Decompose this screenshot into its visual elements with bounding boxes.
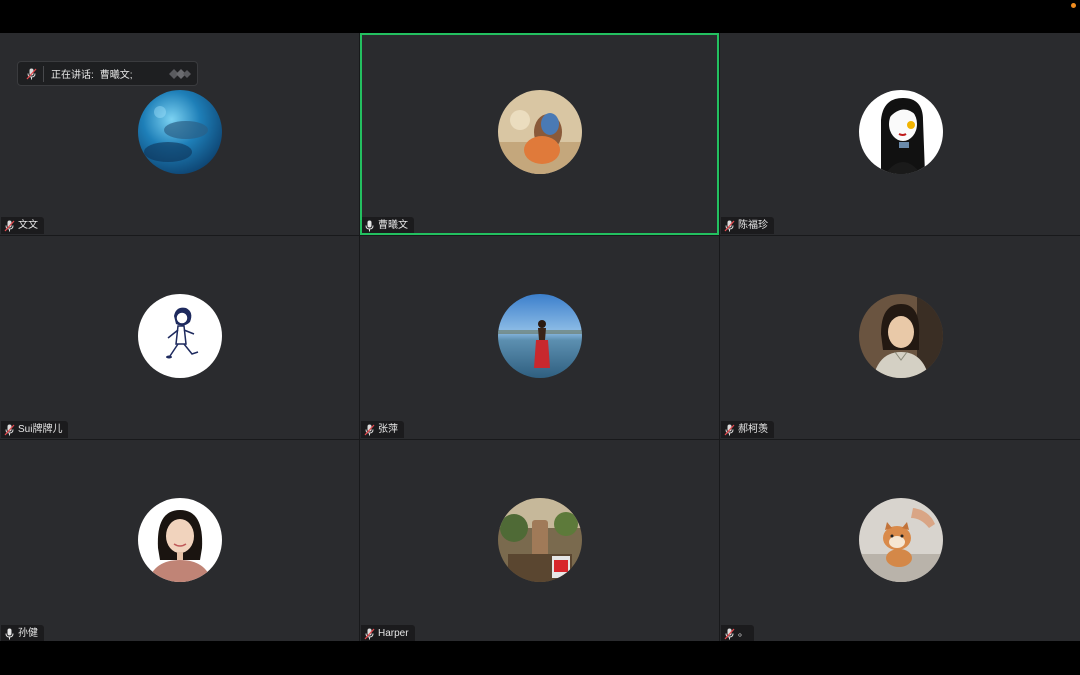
name-tag: 陈福珍 bbox=[721, 217, 774, 234]
participant-name: 文文 bbox=[18, 219, 38, 231]
participant-name: Sui牌牌儿 bbox=[18, 423, 63, 435]
muted-mic-icon bbox=[364, 424, 375, 435]
avatar bbox=[859, 293, 943, 378]
muted-mic-icon bbox=[364, 628, 375, 639]
participant-tile[interactable]: 。 bbox=[720, 440, 1080, 643]
participant-tile[interactable]: 郝柯羡 bbox=[720, 236, 1080, 439]
name-tag: 文文 bbox=[1, 217, 44, 234]
avatar bbox=[859, 497, 943, 582]
participant-tile-active-speaker[interactable]: 曹曦文 bbox=[360, 33, 719, 235]
muted-mic-icon bbox=[724, 628, 735, 639]
avatar bbox=[497, 90, 582, 174]
participant-name: 曹曦文 bbox=[378, 219, 408, 231]
avatar bbox=[859, 90, 943, 174]
participant-tile[interactable]: Harper bbox=[360, 440, 719, 643]
mic-icon bbox=[5, 628, 14, 639]
separator bbox=[43, 65, 44, 82]
speaking-indicator[interactable]: 正在讲话: 曹曦文; bbox=[17, 61, 198, 86]
participant-name: 郝柯羡 bbox=[738, 423, 768, 435]
name-tag: 张萍 bbox=[361, 421, 404, 438]
participant-tile[interactable]: 陈福珍 bbox=[720, 33, 1080, 235]
muted-mic-icon bbox=[724, 424, 735, 435]
participant-tile[interactable]: 孙健 bbox=[0, 440, 359, 643]
participant-tile[interactable]: 张萍 bbox=[360, 236, 719, 439]
muted-mic-icon bbox=[26, 68, 37, 79]
name-tag: 郝柯羡 bbox=[721, 421, 774, 438]
status-dot bbox=[1071, 3, 1076, 8]
video-grid: 文文 曹曦文 陈福珍 Sui牌牌儿 张萍 郝柯羡 孙健 Harper 。 bbox=[0, 33, 1080, 643]
drag-handle-icon[interactable] bbox=[167, 67, 193, 81]
muted-mic-icon bbox=[724, 220, 735, 231]
name-tag: 曹曦文 bbox=[361, 217, 414, 234]
participant-name: 张萍 bbox=[378, 423, 398, 435]
muted-mic-icon bbox=[4, 424, 15, 435]
avatar bbox=[497, 497, 582, 582]
participant-name: 陈福珍 bbox=[738, 219, 768, 231]
mic-icon bbox=[365, 220, 374, 231]
participant-name: 孙健 bbox=[18, 627, 38, 639]
participant-tile[interactable]: Sui牌牌儿 bbox=[0, 236, 359, 439]
bottom-bar bbox=[0, 641, 1080, 675]
avatar bbox=[137, 90, 222, 174]
muted-mic-icon bbox=[4, 220, 15, 231]
name-tag: Harper bbox=[361, 625, 415, 642]
participant-name: Harper bbox=[378, 627, 409, 639]
avatar bbox=[137, 293, 222, 378]
speaking-name: 曹曦文; bbox=[99, 70, 133, 81]
avatar bbox=[137, 497, 222, 582]
name-tag: 孙健 bbox=[1, 625, 44, 642]
top-bar bbox=[0, 0, 1080, 33]
name-tag: Sui牌牌儿 bbox=[1, 421, 69, 438]
participant-name: 。 bbox=[738, 627, 748, 639]
name-tag: 。 bbox=[721, 625, 754, 642]
avatar bbox=[497, 293, 582, 378]
speaking-label: 正在讲话: bbox=[51, 70, 94, 81]
